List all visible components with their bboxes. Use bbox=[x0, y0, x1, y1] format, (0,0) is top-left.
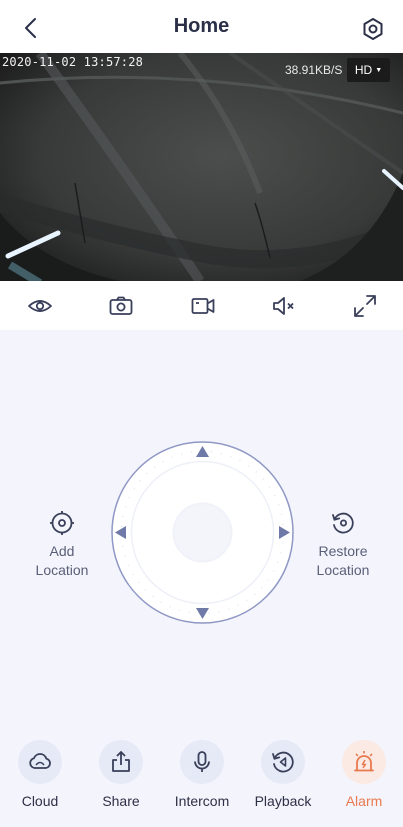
video-timestamp: 2020-11-02 13:57:28 bbox=[2, 55, 144, 69]
playback-label: Playback bbox=[254, 793, 312, 809]
share-button[interactable]: Share bbox=[81, 740, 161, 809]
pan-up-arrow-icon[interactable] bbox=[196, 446, 209, 457]
playback-icon bbox=[261, 740, 305, 784]
back-icon[interactable] bbox=[20, 16, 44, 40]
alarm-icon bbox=[342, 740, 386, 784]
pan-left-arrow-icon[interactable] bbox=[115, 526, 126, 539]
pan-down-arrow-icon[interactable] bbox=[196, 608, 209, 619]
camera-feed-image bbox=[0, 53, 403, 281]
share-label: Share bbox=[102, 793, 140, 809]
video-bitrate: 38.91KB/S bbox=[285, 63, 343, 77]
add-location-button[interactable]: Add Location bbox=[17, 510, 107, 580]
intercom-button[interactable]: Intercom bbox=[162, 740, 242, 809]
video-toolbar bbox=[0, 281, 403, 330]
quality-selector[interactable]: HD ▼ bbox=[347, 58, 390, 82]
alarm-label: Alarm bbox=[345, 793, 383, 809]
playback-button[interactable]: Playback bbox=[243, 740, 323, 809]
cloud-icon bbox=[18, 740, 62, 784]
pan-right-arrow-icon[interactable] bbox=[279, 526, 290, 539]
eye-icon[interactable] bbox=[27, 293, 53, 319]
ptz-joystick[interactable] bbox=[111, 441, 294, 624]
bottom-action-bar: Cloud Share Intercom Playback Alarm bbox=[0, 740, 403, 810]
intercom-label: Intercom bbox=[174, 793, 230, 809]
restore-location-button[interactable]: Restore Location bbox=[298, 510, 388, 580]
share-icon bbox=[99, 740, 143, 784]
restore-location-label: Restore Location bbox=[316, 543, 370, 578]
cloud-button[interactable]: Cloud bbox=[0, 740, 80, 809]
quality-label: HD bbox=[354, 63, 373, 77]
app: Home 2020-11-02 13:57:28 38.91KB/S HD ▼ … bbox=[0, 0, 403, 827]
live-video[interactable]: 2020-11-02 13:57:28 38.91KB/S HD ▼ bbox=[0, 53, 403, 281]
video-record-icon[interactable] bbox=[190, 293, 216, 319]
top-bar: Home bbox=[0, 0, 403, 53]
microphone-icon bbox=[180, 740, 224, 784]
settings-icon[interactable] bbox=[361, 17, 385, 41]
restore-icon bbox=[332, 512, 354, 534]
add-location-label: Add Location bbox=[35, 543, 89, 578]
fullscreen-icon[interactable] bbox=[352, 293, 378, 319]
target-icon bbox=[50, 511, 74, 535]
speaker-muted-icon[interactable] bbox=[271, 293, 297, 319]
camera-icon[interactable] bbox=[108, 293, 134, 319]
alarm-button[interactable]: Alarm bbox=[324, 740, 403, 809]
page-title: Home bbox=[173, 15, 230, 37]
caret-down-icon: ▼ bbox=[375, 66, 383, 74]
cloud-label: Cloud bbox=[21, 793, 59, 809]
